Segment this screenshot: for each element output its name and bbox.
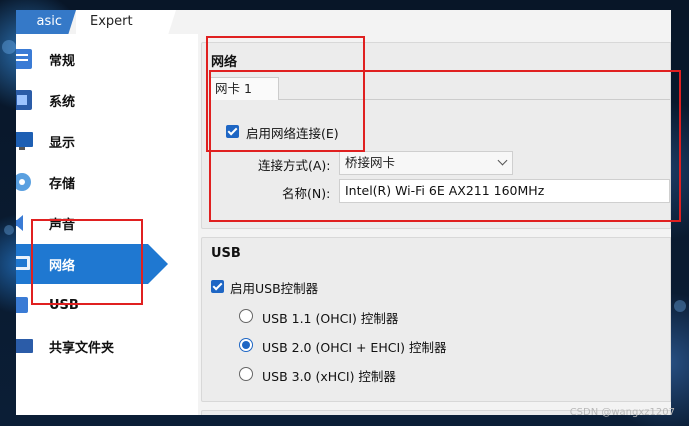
general-icon	[16, 49, 32, 69]
sidebar-item-display[interactable]: 显示	[16, 121, 166, 161]
usb-icon	[16, 297, 28, 313]
enable-network-label: 启用网络连接(E)	[246, 126, 339, 141]
usb-1-label: USB 1.1 (OHCI) 控制器	[262, 311, 399, 326]
chevron-down-icon	[497, 155, 508, 166]
sidebar-item-storage[interactable]: 存储	[16, 162, 166, 202]
bokeh-light	[4, 225, 14, 235]
adapter-name-select[interactable]: Intel(R) Wi-Fi 6E AX211 160MHz	[339, 179, 670, 203]
enable-network-checkbox[interactable]	[226, 125, 239, 138]
usb-2-radio[interactable]	[239, 338, 253, 352]
tab-expert-label: Expert	[90, 14, 133, 29]
usb-2-label: USB 2.0 (OHCI + EHCI) 控制器	[262, 340, 447, 355]
audio-icon	[16, 215, 23, 231]
tab-expert[interactable]: Expert	[76, 10, 176, 35]
settings-sidebar: 常规 系统 显示 存储 声音 网络 USB 共享文件夹	[16, 34, 198, 415]
usb-3-label: USB 3.0 (xHCI) 控制器	[262, 369, 396, 384]
attached-to-label: 连接方式(A):	[258, 158, 331, 173]
sidebar-item-label: 网络	[49, 258, 76, 274]
enable-usb-label: 启用USB控制器	[230, 281, 319, 296]
tab-basic-label: asic	[36, 14, 63, 29]
sidebar-item-label: 系统	[49, 94, 76, 110]
section-title: 网络	[211, 55, 238, 70]
settings-window: asic Expert 常规 系统 显示 存储 声音 网络 USB 共享文件夹 …	[16, 10, 671, 415]
tab-basic[interactable]: asic	[16, 10, 76, 34]
usb-3-radio[interactable]	[239, 367, 253, 381]
sidebar-item-label: 声音	[49, 217, 76, 233]
system-icon	[16, 90, 32, 110]
sidebar-item-network[interactable]: 网络	[16, 244, 168, 284]
mode-tabs: asic Expert	[16, 10, 671, 35]
bokeh-light	[2, 40, 16, 54]
sidebar-item-shared-folders[interactable]: 共享文件夹	[16, 326, 166, 366]
sidebar-item-general[interactable]: 常规	[16, 39, 166, 79]
network-icon	[16, 256, 30, 270]
shared-folder-icon	[16, 339, 33, 353]
adapter-name-value: Intel(R) Wi-Fi 6E AX211 160MHz	[345, 183, 545, 198]
usb-section: USB 启用USB控制器 USB 1.1 (OHCI) 控制器 USB 2.0 …	[201, 237, 671, 402]
sidebar-item-system[interactable]: 系统	[16, 80, 166, 120]
storage-icon	[16, 173, 31, 191]
sidebar-item-label: 常规	[49, 53, 76, 69]
adapter-tab-label: 网卡 1	[215, 81, 252, 96]
adapter-tabs: 网卡 1	[210, 77, 670, 100]
tab-adapter-1[interactable]: 网卡 1	[210, 77, 279, 100]
attached-to-select[interactable]: 桥接网卡	[339, 151, 513, 175]
sidebar-item-audio[interactable]: 声音	[16, 203, 166, 243]
section-title: USB	[211, 246, 241, 261]
network-section: 网络 网卡 1 启用网络连接(E) 连接方式(A): 桥接网卡 名称(N): I…	[201, 42, 671, 229]
adapter-name-label: 名称(N):	[282, 186, 331, 201]
sidebar-item-label: 共享文件夹	[49, 340, 115, 356]
sidebar-item-label: 存储	[49, 176, 76, 192]
bokeh-light	[674, 300, 686, 312]
sidebar-item-label: 显示	[49, 135, 76, 151]
watermark: CSDN @wangxz1207	[569, 407, 675, 418]
enable-usb-checkbox[interactable]	[211, 280, 224, 293]
sidebar-item-usb[interactable]: USB	[16, 285, 166, 325]
sidebar-item-label: USB	[49, 297, 79, 313]
display-icon	[16, 132, 33, 150]
attached-to-value: 桥接网卡	[345, 155, 396, 170]
settings-main: 网络 网卡 1 启用网络连接(E) 连接方式(A): 桥接网卡 名称(N): I…	[198, 34, 671, 415]
usb-1-radio[interactable]	[239, 309, 253, 323]
